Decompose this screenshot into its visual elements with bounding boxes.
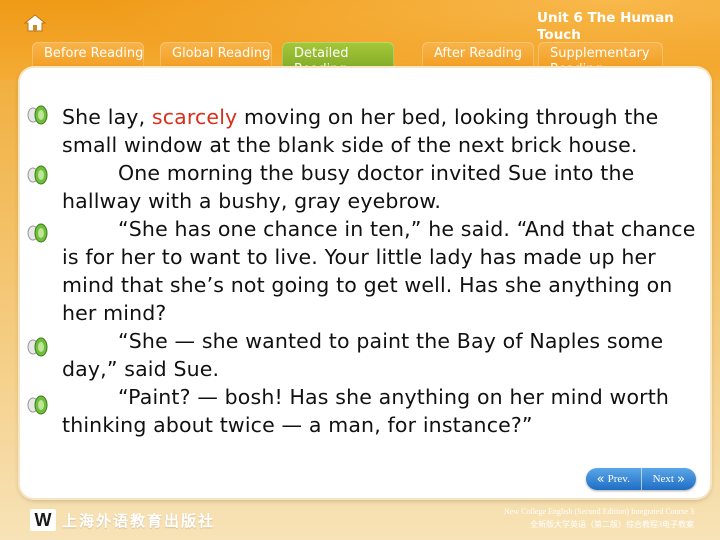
next-label: Next [652, 473, 674, 485]
publisher-name: 上海外语教育出版社 [62, 511, 216, 530]
highlighted-word[interactable]: scarcely [152, 105, 237, 129]
speaker-icon [27, 105, 48, 125]
double-chevron-right-icon: » [676, 471, 685, 487]
audio-button-3[interactable] [26, 222, 52, 244]
double-chevron-left-icon: « [596, 471, 605, 487]
reading-text: She lay, scarcely moving on her bed, loo… [62, 103, 702, 439]
publisher-logo: W 上海外语教育出版社 [30, 509, 215, 531]
page-navigation: « Prev. Next » [586, 468, 696, 490]
audio-button-4[interactable] [26, 336, 52, 358]
home-button[interactable] [22, 12, 48, 34]
paragraph-4: “She — she wanted to paint the Bay of Na… [62, 329, 664, 381]
home-icon [24, 14, 46, 32]
paragraph-5: “Paint? — bosh! Has she anything on her … [62, 385, 670, 437]
paragraph-3: “She has one chance in ten,” he said. “A… [62, 217, 696, 325]
paragraph-1-start: She lay, [62, 105, 152, 129]
speaker-icon [27, 395, 48, 415]
unit-title: Unit 6 The Human Touch [537, 10, 674, 43]
audio-button-5[interactable] [26, 394, 52, 416]
prev-button[interactable]: « Prev. [586, 468, 641, 490]
paragraph-2: One morning the busy doctor invited Sue … [62, 161, 635, 213]
audio-button-2[interactable] [26, 164, 52, 186]
prev-label: Prev. [607, 473, 630, 485]
speaker-icon [27, 337, 48, 357]
next-button[interactable]: Next » [640, 468, 697, 490]
course-info: New College English (Second Edition) Int… [504, 505, 694, 531]
course-title-en: New College English (Second Edition) Int… [504, 507, 694, 516]
publisher-w-logo: W [30, 509, 56, 531]
paragraph-1: She lay, scarcely moving on her bed, loo… [62, 103, 702, 159]
speaker-icon [27, 223, 48, 243]
audio-button-1[interactable] [26, 104, 52, 126]
speaker-icon [27, 165, 48, 185]
course-title-cn: 全新版大学英语（第二版）综合教程3电子教案 [530, 520, 694, 529]
